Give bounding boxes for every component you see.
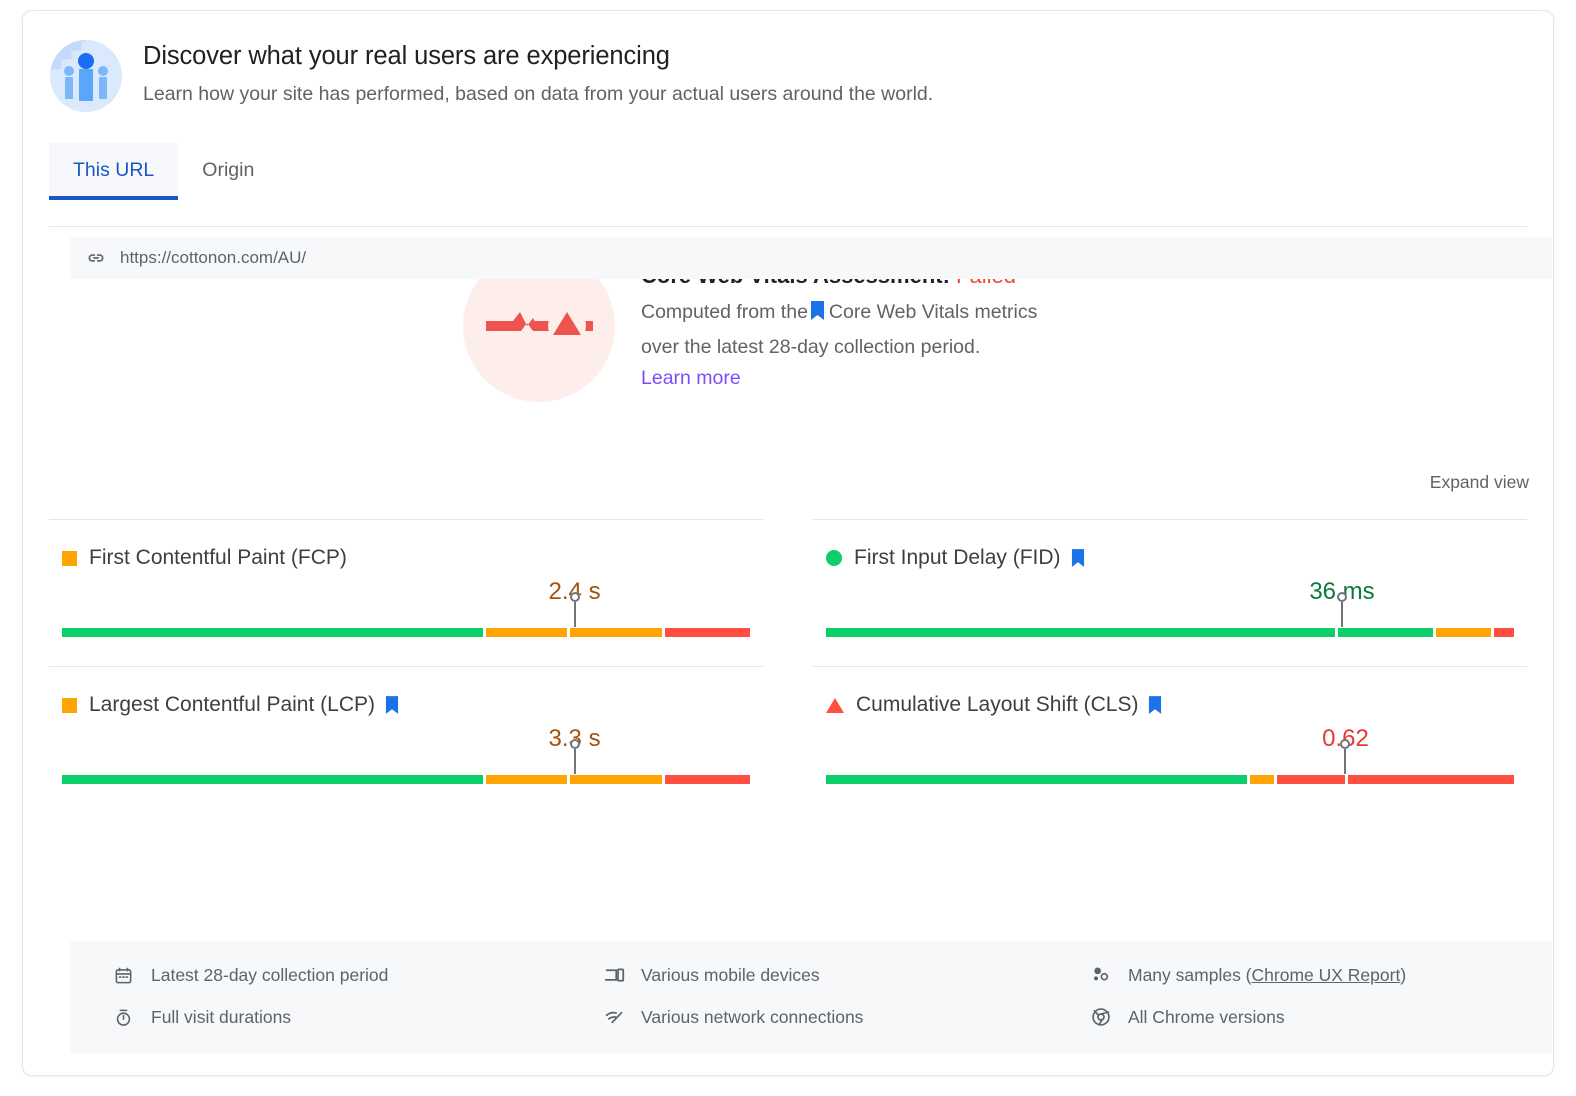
footer-label-chrome-versions: All Chrome versions	[1128, 1006, 1285, 1027]
footer-item-visit-durations: Full visit durations	[114, 1001, 604, 1033]
metric-fcp-distribution-bar	[62, 628, 750, 637]
devices-icon	[604, 965, 628, 986]
bar-segment	[485, 628, 568, 637]
bar-segment	[826, 628, 1336, 637]
page-subtitle: Learn how your site has performed, based…	[143, 83, 934, 106]
expand-view-row: Expand view	[23, 472, 1553, 493]
assessment-desc-part1: Computed from the	[641, 300, 808, 323]
bar-segment	[62, 775, 483, 784]
metric-cls-marker	[1340, 739, 1351, 774]
network-icon	[604, 1007, 628, 1028]
bookmark-icon	[385, 696, 399, 714]
metric-lcp-bar-wrap	[49, 739, 763, 791]
samples-icon	[1091, 965, 1115, 985]
footer-item-network: Various network connections	[604, 1001, 1091, 1033]
assessment-description: Computed from the Core Web Vitals metrics…	[641, 296, 1037, 365]
bookmark-icon	[1071, 549, 1085, 567]
metric-fcp: First Contentful Paint (FCP) 2.4 s	[49, 519, 763, 666]
page-title: Discover what your real users are experi…	[143, 42, 670, 70]
metric-fcp-bar-wrap	[49, 592, 763, 644]
footer-label-samples-prefix: Many samples (	[1128, 964, 1252, 985]
metric-lcp-marker	[569, 739, 580, 774]
footer-label-collection-period: Latest 28-day collection period	[151, 964, 389, 985]
metric-fid-value-row: 36 ms	[813, 578, 1527, 608]
bar-segment	[570, 775, 663, 784]
learn-more-link[interactable]: Learn more	[641, 367, 741, 390]
assessment-desc-part3: over the latest 28-day collection period…	[641, 336, 981, 359]
bar-segment	[1347, 775, 1514, 784]
chrome-ux-report-link[interactable]: Chrome UX Report	[1252, 965, 1401, 986]
bar-segment	[62, 628, 483, 637]
metric-lcp-header: Largest Contentful Paint (LCP)	[49, 693, 763, 717]
bar-segment	[826, 775, 1247, 784]
header-text: Discover what your real users are experi…	[143, 37, 933, 106]
metric-fcp-marker	[569, 592, 580, 627]
calendar-icon	[114, 966, 138, 985]
footer-label-network: Various network connections	[641, 1006, 864, 1027]
bar-segment	[1276, 775, 1345, 784]
url-text: https://cottonon.com/AU/	[120, 248, 307, 267]
data-source-footer: Latest 28-day collection period Various …	[70, 941, 1552, 1053]
metric-cls-header: Cumulative Layout Shift (CLS)	[813, 693, 1527, 717]
green-circle-icon	[826, 550, 842, 566]
footer-item-collection-period: Latest 28-day collection period	[114, 959, 604, 991]
bar-segment	[570, 628, 663, 637]
metric-lcp-value-row: 3.3 s	[49, 725, 763, 755]
metric-cls-value-row: 0.62	[813, 725, 1527, 755]
metric-cls: Cumulative Layout Shift (CLS) 0.62	[813, 666, 1527, 813]
metric-fcp-value-row: 2.4 s	[49, 578, 763, 608]
orange-square-icon	[62, 697, 77, 713]
expand-view-button[interactable]: Expand view	[1430, 472, 1529, 492]
chrome-icon	[1091, 1007, 1115, 1027]
red-triangle-icon	[826, 697, 844, 713]
bar-segment	[1249, 775, 1274, 784]
footer-label-visit-durations: Full visit durations	[151, 1006, 292, 1027]
metric-fid: First Input Delay (FID) 36 ms	[813, 519, 1527, 666]
metric-fid-header: First Input Delay (FID)	[813, 546, 1527, 570]
metric-fcp-header: First Contentful Paint (FCP)	[49, 546, 763, 570]
footer-item-chrome-versions: All Chrome versions	[1091, 1001, 1552, 1033]
footer-item-devices: Various mobile devices	[604, 959, 1091, 991]
bar-segment	[1436, 628, 1491, 637]
bar-segment	[1338, 628, 1434, 637]
bar-segment	[665, 628, 750, 637]
bookmark-icon	[1148, 696, 1162, 714]
scope-tabs: This URL Origin	[49, 143, 1553, 200]
footer-item-samples: Many samples (Chrome UX Report)	[1091, 959, 1552, 991]
bar-segment	[1493, 628, 1514, 637]
metrics-grid: First Contentful Paint (FCP) 2.4 s First…	[49, 519, 1527, 813]
metric-fcp-label: First Contentful Paint (FCP)	[89, 546, 347, 569]
orange-square-icon	[62, 550, 77, 566]
crux-field-data-card: Discover what your real users are experi…	[22, 10, 1554, 1076]
metric-fid-distribution-bar	[826, 628, 1514, 637]
tab-origin[interactable]: Origin	[178, 143, 278, 200]
tab-this-url[interactable]: This URL	[49, 143, 179, 200]
bar-segment	[485, 775, 568, 784]
footer-label-devices: Various mobile devices	[641, 964, 820, 985]
bar-segment	[665, 775, 750, 784]
metric-lcp-distribution-bar	[62, 775, 750, 784]
metric-fid-label: First Input Delay (FID)	[854, 546, 1061, 569]
tabs-divider	[49, 226, 1527, 227]
stopwatch-icon	[114, 1008, 138, 1027]
metric-lcp: Largest Contentful Paint (LCP) 3.3 s	[49, 666, 763, 813]
url-bar: https://cottonon.com/AU/	[70, 237, 1552, 279]
metric-fid-marker	[1337, 592, 1347, 627]
assessment-desc-part2: Core Web Vitals metrics	[828, 300, 1038, 323]
metric-lcp-label: Largest Contentful Paint (LCP)	[89, 693, 375, 716]
metric-cls-distribution-bar	[826, 775, 1514, 784]
metric-fid-bar-wrap	[813, 592, 1527, 644]
metric-cls-bar-wrap	[813, 739, 1527, 791]
card-header: Discover what your real users are experi…	[23, 11, 1553, 113]
globe-users-icon	[49, 39, 123, 113]
footer-label-samples-suffix: )	[1400, 964, 1407, 985]
bookmark-icon	[810, 298, 825, 332]
metric-cls-label: Cumulative Layout Shift (CLS)	[856, 693, 1139, 716]
link-icon	[86, 248, 106, 268]
